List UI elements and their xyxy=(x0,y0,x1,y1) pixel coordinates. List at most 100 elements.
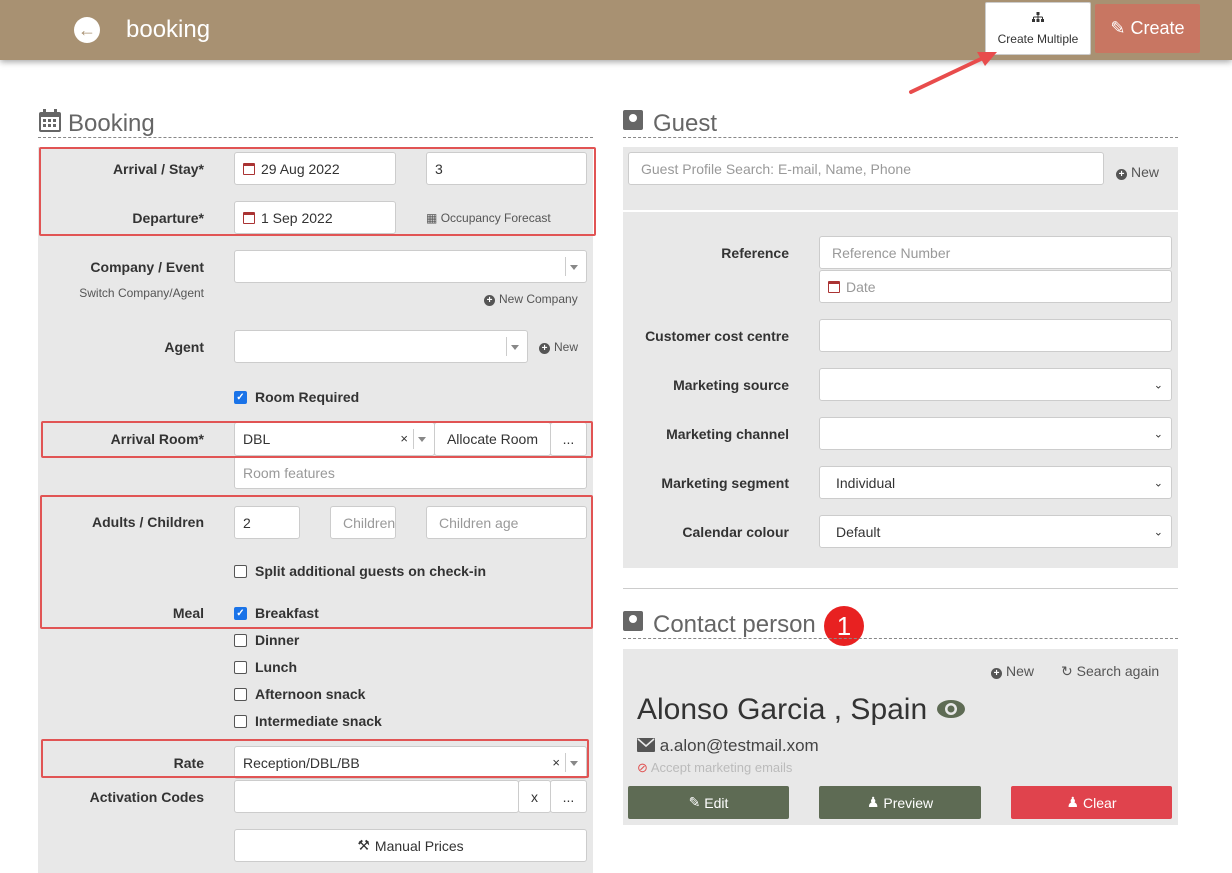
children-age-placeholder: Children age xyxy=(439,514,519,531)
checkbox-empty-icon xyxy=(234,564,247,578)
children-age-input[interactable]: Children age xyxy=(426,506,587,539)
activation-codes-label: Activation Codes xyxy=(89,789,204,805)
create-label: Create xyxy=(1130,18,1185,38)
split-guests-checkbox[interactable]: Split additional guests on check-in xyxy=(234,563,486,579)
marketing-consent-row: ⊘ Accept marketing emails xyxy=(637,760,792,776)
meal-intermediate-snack-label: Intermediate snack xyxy=(255,713,382,729)
booking-section-title: Booking xyxy=(68,110,155,137)
meal-breakfast-checkbox[interactable]: ✓ Breakfast xyxy=(234,605,319,621)
stay-nights-input[interactable]: 3 xyxy=(426,152,587,185)
occupancy-forecast-link[interactable]: ▦ Occupancy Forecast xyxy=(426,211,551,225)
create-multiple-label: Create Multiple xyxy=(997,32,1079,46)
meal-intermediate-snack-checkbox[interactable]: Intermediate snack xyxy=(234,713,382,729)
clear-button[interactable]: ♟ Clear xyxy=(1011,786,1172,819)
allocate-room-label: Allocate Room xyxy=(446,431,539,447)
marketing-source-label: Marketing source xyxy=(673,377,789,393)
edit-button[interactable]: ✎ Edit xyxy=(628,786,789,819)
adults-input[interactable]: 2 xyxy=(234,506,300,539)
back-arrow-icon[interactable]: ← xyxy=(74,17,100,43)
reference-date-placeholder: Date xyxy=(846,278,876,295)
allocate-room-button[interactable]: Allocate Room xyxy=(434,422,551,456)
agent-select[interactable] xyxy=(234,330,528,363)
preview-label: Preview xyxy=(883,794,934,811)
new-company-link[interactable]: + New Company xyxy=(484,292,578,306)
meal-breakfast-label: Breakfast xyxy=(255,605,319,621)
divider xyxy=(623,588,1178,589)
room-features-input[interactable]: Room features xyxy=(234,456,587,489)
section-divider xyxy=(623,638,1178,639)
guest-search-input[interactable]: Guest Profile Search: E-mail, Name, Phon… xyxy=(628,152,1104,185)
eye-icon[interactable] xyxy=(936,697,966,724)
contact-new-link[interactable]: + New xyxy=(991,663,1034,679)
section-divider xyxy=(38,137,593,138)
rate-value: Reception/DBL/BB xyxy=(243,754,360,771)
clear-x-icon[interactable]: × xyxy=(552,755,560,770)
guest-search-placeholder: Guest Profile Search: E-mail, Name, Phon… xyxy=(641,160,912,177)
contact-person-icon xyxy=(623,611,643,631)
adults-children-label: Adults / Children xyxy=(92,514,204,530)
activation-clear-button[interactable]: x xyxy=(518,780,551,813)
new-company-label: New Company xyxy=(499,292,578,306)
room-more-button[interactable]: ... xyxy=(550,422,587,456)
search-again-link[interactable]: ↻ Search again xyxy=(1061,663,1159,680)
marketing-channel-select[interactable]: ⌄ xyxy=(819,417,1172,450)
marketing-segment-value: Individual xyxy=(836,474,896,491)
meal-lunch-checkbox[interactable]: Lunch xyxy=(234,659,297,675)
children-input[interactable]: Children xyxy=(330,506,396,539)
refresh-icon: ↻ xyxy=(1061,663,1073,679)
meal-dinner-label: Dinner xyxy=(255,632,300,648)
envelope-icon xyxy=(637,736,660,755)
select-divider xyxy=(413,429,414,449)
departure-date-input[interactable]: 1 Sep 2022 xyxy=(234,201,396,234)
guest-new-label: New xyxy=(1131,164,1160,180)
reference-label: Reference xyxy=(721,245,789,261)
adults-value: 2 xyxy=(243,514,251,531)
manual-prices-button[interactable]: ⚒ Manual Prices xyxy=(234,829,587,862)
marketing-segment-select[interactable]: Individual ⌄ xyxy=(819,466,1172,499)
switch-company-link[interactable]: Switch Company/Agent xyxy=(40,286,204,300)
contact-new-label: New xyxy=(1006,663,1035,679)
activation-clear-label: x xyxy=(531,788,538,805)
user-icon: ♟ xyxy=(1066,794,1080,810)
arrival-room-value: DBL xyxy=(243,431,271,447)
create-button[interactable]: ✎ Create xyxy=(1095,4,1200,53)
checkbox-empty-icon xyxy=(234,687,247,701)
checkbox-checked-icon: ✓ xyxy=(234,390,247,404)
calendar-section-icon xyxy=(38,109,62,136)
contact-section-title: Contact person xyxy=(653,611,816,638)
meal-afternoon-snack-checkbox[interactable]: Afternoon snack xyxy=(234,686,365,702)
agent-label: Agent xyxy=(164,339,204,355)
preview-button[interactable]: ♟ Preview xyxy=(819,786,981,819)
arrival-room-select[interactable]: DBL × xyxy=(234,422,435,456)
arrival-date-input[interactable]: 29 Aug 2022 xyxy=(234,152,396,185)
cost-centre-input[interactable] xyxy=(819,319,1172,352)
rate-select[interactable]: Reception/DBL/BB × xyxy=(234,746,587,779)
guest-new-link[interactable]: + New xyxy=(1116,164,1159,180)
arrival-stay-label: Arrival / Stay* xyxy=(112,161,204,177)
activation-codes-input[interactable] xyxy=(234,780,519,813)
activation-more-button[interactable]: ... xyxy=(550,780,587,813)
chevron-down-icon: ⌄ xyxy=(1153,379,1163,391)
checkbox-empty-icon xyxy=(234,714,247,728)
room-more-label: ... xyxy=(562,431,575,447)
reference-date-input[interactable]: Date xyxy=(819,270,1172,303)
calendar-icon xyxy=(243,211,255,224)
chevron-down-icon: ⌄ xyxy=(1153,526,1163,538)
sitemap-icon xyxy=(986,12,1090,26)
room-required-checkbox[interactable]: ✓ Room Required xyxy=(234,389,359,405)
reference-input[interactable]: Reference Number xyxy=(819,236,1172,269)
edit-label: Edit xyxy=(704,794,729,811)
clear-x-icon[interactable]: × xyxy=(400,431,408,446)
company-event-select[interactable] xyxy=(234,250,587,283)
marketing-source-select[interactable]: ⌄ xyxy=(819,368,1172,401)
agent-new-link[interactable]: + New xyxy=(539,340,578,354)
calendar-small-icon: ▦ xyxy=(426,211,438,225)
checkbox-empty-icon xyxy=(234,660,247,674)
rate-label: Rate xyxy=(173,755,204,771)
calendar-colour-select[interactable]: Default ⌄ xyxy=(819,515,1172,548)
manual-prices-label: Manual Prices xyxy=(374,837,464,854)
agent-new-label: New xyxy=(554,340,579,354)
meal-dinner-checkbox[interactable]: Dinner xyxy=(234,632,299,648)
chevron-down-icon xyxy=(511,344,519,350)
meal-label: Meal xyxy=(172,605,204,621)
